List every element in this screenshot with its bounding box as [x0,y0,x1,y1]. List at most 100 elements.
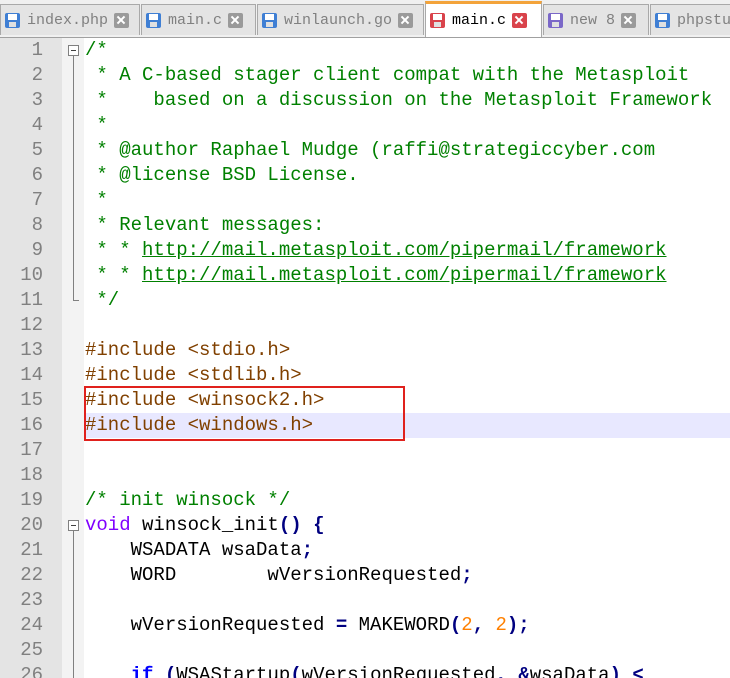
fold-line-icon [73,538,74,563]
line-number: 8 [31,214,43,236]
code-text[interactable]: * * http://mail.metasploit.com/pipermail… [85,263,730,288]
code-line[interactable]: 10 * * http://mail.metasploit.com/piperm… [0,263,730,288]
code-line[interactable]: 13 #include <stdio.h> [0,338,730,363]
code-line[interactable]: 1 /* [0,38,730,63]
line-number: 25 [20,639,43,661]
tab-0[interactable]: index.php [0,4,140,35]
code-line[interactable]: 23 [0,588,730,613]
code-line[interactable]: 24 wVersionRequested = MAKEWORD(2, 2); [0,613,730,638]
code-token: wVersionRequested [301,664,496,678]
code-text[interactable] [85,638,730,663]
code-text[interactable]: * based on a discussion on the Metasploi… [85,88,730,113]
code-line[interactable]: 6 * @license BSD License. [0,163,730,188]
code-text[interactable] [85,463,730,488]
code-lines[interactable]: 1/* 2 * A C-based stager client compat wi… [0,38,730,678]
code-token: () [278,514,302,536]
code-line[interactable]: 11 */ [0,288,730,313]
code-text[interactable]: * [85,188,730,213]
code-line[interactable]: 4 * [0,113,730,138]
code-line[interactable]: 17 [0,438,730,463]
code-token: ); [506,614,530,636]
code-editor[interactable]: 1/* 2 * A C-based stager client compat wi… [0,38,730,678]
code-line[interactable]: 19 /* init winsock */ [0,488,730,513]
tab-5[interactable]: phpstu [650,4,730,35]
fold-line-icon [73,188,74,213]
line-number: 4 [31,114,43,136]
line-number: 15 [20,389,43,411]
code-text[interactable]: */ [85,288,730,313]
code-text[interactable]: #include <winsock2.h> [85,388,730,413]
code-text[interactable]: if (WSAStartup(wVersionRequested, &wsaDa… [85,663,730,678]
code-token: & [518,664,530,678]
code-text[interactable]: WSADATA wsaData; [85,538,730,563]
code-line[interactable]: 18 [0,463,730,488]
code-text[interactable]: #include <stdlib.h> [85,363,730,388]
code-link[interactable]: http://mail.metasploit.com/pipermail/fra… [142,264,667,286]
code-line[interactable]: 12 [0,313,730,338]
code-text[interactable]: #include <windows.h> [85,413,730,438]
code-text[interactable]: * [85,113,730,138]
code-line[interactable]: 25 [0,638,730,663]
code-token: * @author Raphael Mudge (raffi@strategic… [85,139,656,161]
line-number: 21 [20,539,43,561]
file-disk-icon [262,12,277,28]
tab-close-icon[interactable] [114,12,130,28]
code-token: wVersionRequested [85,614,336,636]
code-text[interactable] [85,313,730,338]
code-line[interactable]: 14 #include <stdlib.h> [0,363,730,388]
code-line[interactable]: 8 * Relevant messages: [0,213,730,238]
code-line[interactable]: 7 * [0,188,730,213]
code-text[interactable]: void winsock_init() { [85,513,730,538]
code-text[interactable] [85,588,730,613]
code-line[interactable]: 15 #include <winsock2.h> [0,388,730,413]
code-token: < [632,664,644,678]
fold-collapse-icon[interactable] [67,513,80,538]
line-number: 2 [31,64,43,86]
fold-line-icon [73,263,74,288]
code-line[interactable]: 21 WSADATA wsaData; [0,538,730,563]
code-text[interactable]: * @license BSD License. [85,163,730,188]
code-text[interactable]: * A C-based stager client compat with th… [85,63,730,88]
code-token: ( [164,664,177,678]
code-line[interactable]: 9 * * http://mail.metasploit.com/piperma… [0,238,730,263]
line-number: 22 [20,564,43,586]
line-number: 9 [31,239,43,261]
code-line[interactable]: 16 #include <windows.h> [0,413,730,438]
code-text[interactable]: * * http://mail.metasploit.com/pipermail… [85,238,730,263]
code-line[interactable]: 5 * @author Raphael Mudge (raffi@strateg… [0,138,730,163]
code-token: WORD wVersionRequested [85,564,462,586]
code-text[interactable]: wVersionRequested = MAKEWORD(2, 2); [85,613,730,638]
code-token: , [495,664,507,678]
tab-close-icon[interactable] [512,13,528,28]
file-disk-icon [655,12,670,28]
code-token: #include <winsock2.h> [85,389,325,411]
fold-line-icon [73,163,74,188]
tab-1[interactable]: main.c [141,4,256,35]
line-number: 18 [20,464,43,486]
code-line[interactable]: 3 * based on a discussion on the Metaspl… [0,88,730,113]
code-text[interactable]: /* init winsock */ [85,488,730,513]
code-text[interactable]: #include <stdio.h> [85,338,730,363]
line-number: 17 [20,439,43,461]
fold-collapse-icon[interactable] [67,38,80,63]
code-line[interactable]: 26 if (WSAStartup(wVersionRequested, &ws… [0,663,730,678]
code-text[interactable]: WORD wVersionRequested; [85,563,730,588]
code-line[interactable]: 2 * A C-based stager client compat with … [0,63,730,88]
code-text[interactable]: * @author Raphael Mudge (raffi@strategic… [85,138,730,163]
file-disk-icon [548,12,563,28]
code-text[interactable] [85,438,730,463]
code-line[interactable]: 20 void winsock_init() { [0,513,730,538]
code-text[interactable]: /* [85,38,730,63]
code-line[interactable]: 22 WORD wVersionRequested; [0,563,730,588]
file-disk-icon [5,12,20,28]
tab-close-icon[interactable] [398,12,414,28]
tab-3[interactable]: main.c [425,1,542,37]
tab-close-icon[interactable] [228,12,244,28]
code-text[interactable]: * Relevant messages: [85,213,730,238]
tab-4[interactable]: new 8 [543,4,649,35]
code-link[interactable]: http://mail.metasploit.com/pipermail/fra… [142,239,667,261]
tab-2[interactable]: winlaunch.go [257,4,424,35]
tab-close-icon[interactable] [621,12,637,28]
